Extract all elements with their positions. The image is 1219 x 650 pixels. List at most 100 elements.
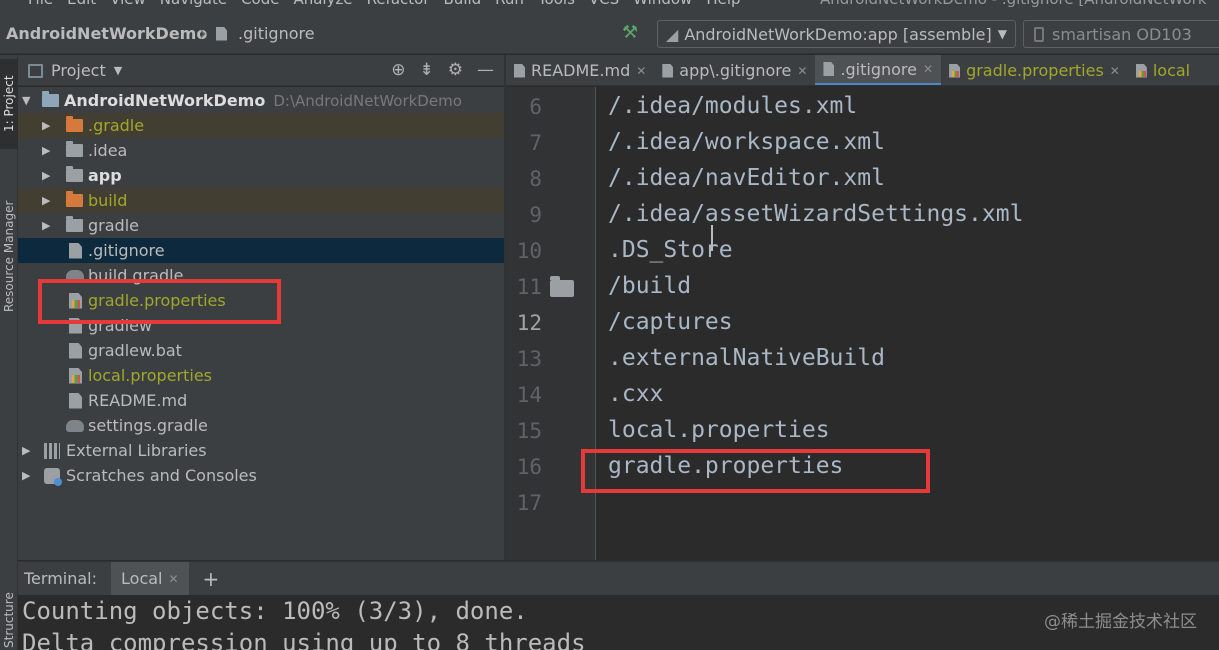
tab-label: app\.gitignore — [679, 61, 792, 80]
project-tool-tab[interactable]: 1: Project — [0, 59, 18, 149]
menu-window[interactable]: Window — [633, 0, 692, 8]
chevron-right-icon: ▶ — [42, 119, 51, 132]
terminal-tab-local[interactable]: Local ✕ — [111, 561, 189, 596]
tree-item-external-libraries[interactable]: ▶ External Libraries — [18, 438, 504, 463]
tab-label: gradle.properties — [966, 61, 1104, 80]
breadcrumb-project[interactable]: AndroidNetWorkDemo — [6, 24, 207, 43]
device-select[interactable]: smartisan OD103 — [1023, 20, 1219, 48]
tree-item-label: AndroidNetWorkDemo — [64, 91, 266, 110]
menu-code[interactable]: Code — [241, 0, 279, 8]
line-number: 6 — [529, 95, 542, 119]
device-label: smartisan OD103 — [1052, 24, 1192, 44]
line-number: 13 — [516, 347, 542, 371]
tree-item-gradle[interactable]: ▶ gradle — [18, 213, 504, 238]
hide-icon[interactable]: — — [477, 60, 494, 80]
menu-tools[interactable]: Tools — [538, 0, 575, 8]
chevron-down-icon: ▼ — [997, 27, 1007, 41]
breadcrumb-file[interactable]: .gitignore — [216, 24, 315, 43]
excluded-folder-icon — [66, 116, 83, 132]
line-number: 7 — [529, 131, 542, 155]
resource-manager-tab[interactable]: Resource Manager — [0, 181, 18, 331]
tab-gitignore[interactable]: .gitignore ✕ — [815, 55, 942, 85]
folder-gutter-icon[interactable] — [550, 276, 574, 297]
new-terminal-plus-icon[interactable]: + — [203, 567, 220, 591]
markdown-file-icon — [514, 63, 525, 78]
close-icon[interactable]: ✕ — [636, 64, 646, 78]
tree-item-label: Scratches and Consoles — [66, 466, 257, 485]
chevron-right-icon: ▶ — [42, 144, 51, 157]
tree-item-scratches[interactable]: ▶ Scratches and Consoles — [18, 463, 504, 488]
terminal-line: Delta compression using up to 8 threads — [22, 629, 586, 650]
tree-item-readme[interactable]: README.md — [18, 388, 504, 413]
properties-file-icon — [949, 63, 961, 78]
close-icon[interactable]: ✕ — [923, 62, 933, 76]
tree-item-root[interactable]: ▼ AndroidNetWorkDemo D:\AndroidNetWorkDe… — [18, 88, 504, 113]
line-number: 11 — [516, 275, 542, 299]
terminal-line: Counting objects: 100% (3/3), done. — [22, 597, 528, 625]
menu-analyze[interactable]: Analyze — [293, 0, 352, 8]
module-folder-icon — [42, 91, 59, 107]
code-line: /.idea/modules.xml — [608, 93, 858, 119]
tree-item-build[interactable]: ▶ build — [18, 188, 504, 213]
run-configuration-label: AndroidNetWorkDemo:app [assemble] — [684, 24, 992, 44]
menu-navigate[interactable]: Navigate — [160, 0, 227, 8]
tree-item-gitignore[interactable]: .gitignore — [18, 238, 504, 263]
tree-item-gradlew-bat[interactable]: gradlew.bat — [18, 338, 504, 363]
locate-icon[interactable]: ⊕ — [391, 60, 405, 80]
tree-item-label: settings.gradle — [88, 416, 208, 435]
tree-item-label: app — [88, 166, 122, 185]
menu-view[interactable]: View — [110, 0, 146, 8]
collapse-all-icon[interactable]: ⇟ — [420, 60, 434, 80]
line-number: 17 — [516, 491, 542, 515]
project-view-selector[interactable]: Project ▼ — [28, 61, 122, 80]
tree-item-local-properties[interactable]: local.properties — [18, 363, 504, 388]
menu-run[interactable]: Run — [495, 0, 524, 8]
chevron-right-icon: ▶ — [22, 444, 31, 457]
code-line: /build — [608, 273, 692, 299]
code-line: .cxx — [608, 381, 664, 407]
run-configuration-select[interactable]: ◢ AndroidNetWorkDemo:app [assemble] ▼ — [657, 20, 1016, 48]
menu-edit[interactable]: Edit — [67, 0, 96, 8]
gear-icon[interactable]: ⚙ — [448, 60, 463, 80]
markdown-file-icon — [69, 392, 82, 409]
folder-icon — [66, 216, 83, 232]
project-view-icon — [28, 63, 43, 78]
code-line: /.idea/navEditor.xml — [608, 165, 885, 191]
menu-file[interactable]: File — [28, 0, 53, 8]
code-line: /captures — [608, 309, 733, 335]
tree-item-settings-gradle[interactable]: settings.gradle — [18, 413, 504, 438]
module-folder-icon — [66, 166, 83, 182]
chevron-right-icon: ▶ — [22, 469, 31, 482]
tree-item-path: D:\AndroidNetWorkDemo — [273, 91, 462, 110]
line-number: 14 — [516, 383, 542, 407]
hammer-icon[interactable]: ⚒ — [622, 22, 638, 43]
tab-local-properties[interactable]: local — [1128, 55, 1198, 85]
file-icon — [216, 26, 227, 41]
close-icon[interactable]: ✕ — [168, 572, 178, 586]
tree-item-label: External Libraries — [66, 441, 207, 460]
breadcrumb-separator: › — [199, 21, 207, 45]
tree-item-idea[interactable]: ▶ .idea — [18, 138, 504, 163]
text-file-icon — [69, 342, 82, 359]
editor-tabs: README.md ✕ app\.gitignore ✕ .gitignore … — [506, 55, 1219, 86]
structure-tab[interactable]: Structure — [0, 585, 18, 650]
tab-readme[interactable]: README.md ✕ — [506, 55, 654, 85]
chevron-right-icon: ▶ — [42, 169, 51, 182]
menu-vcs[interactable]: VCS — [589, 0, 619, 8]
menu-build[interactable]: Build — [444, 0, 482, 8]
close-icon[interactable]: ✕ — [1110, 64, 1120, 78]
menu-refactor[interactable]: Refactor — [367, 0, 430, 8]
tree-item-label: .idea — [88, 141, 128, 160]
tab-label: local — [1152, 61, 1191, 80]
tab-app-gitignore[interactable]: app\.gitignore ✕ — [654, 55, 815, 85]
close-icon[interactable]: ✕ — [797, 64, 807, 78]
menu-help[interactable]: Help — [706, 0, 740, 8]
terminal-output[interactable]: Counting objects: 100% (3/3), done. Delt… — [18, 595, 1219, 650]
android-config-icon: ◢ — [666, 24, 679, 44]
tree-item-app[interactable]: ▶ app — [18, 163, 504, 188]
tab-gradle-properties[interactable]: gradle.properties ✕ — [941, 55, 1128, 85]
gitignore-file-icon — [823, 62, 835, 76]
window-title: AndroidNetWorkDemo - .gitignore [Android… — [820, 0, 1207, 8]
tree-item-gradle-cache[interactable]: ▶ .gradle — [18, 113, 504, 138]
tree-item-label: build — [88, 191, 128, 210]
